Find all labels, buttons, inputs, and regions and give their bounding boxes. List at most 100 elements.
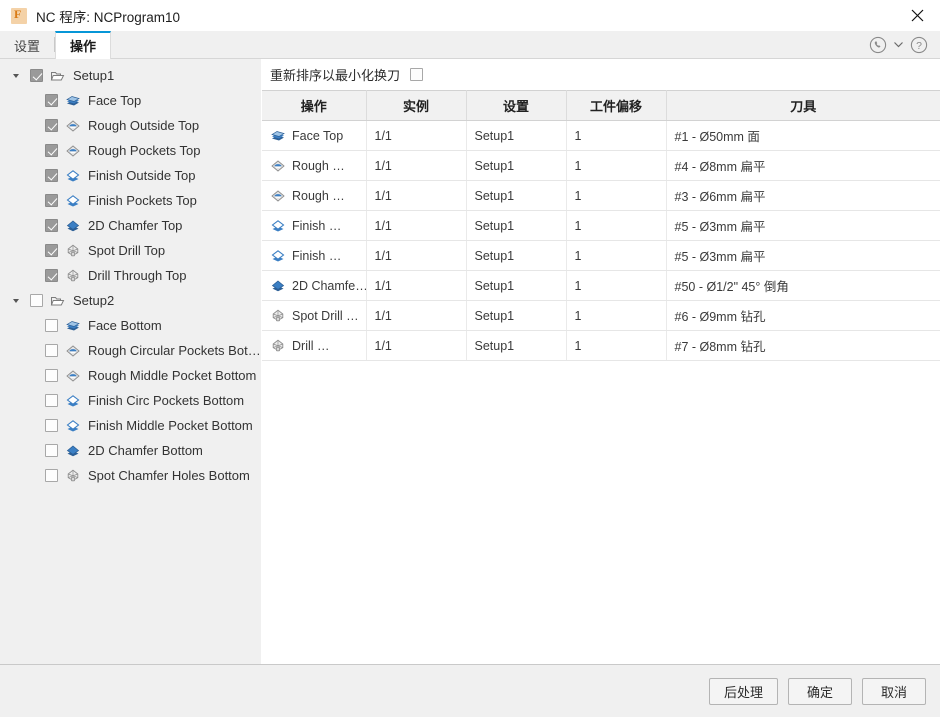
cell-wcs: 1 xyxy=(566,180,667,211)
tree-item-label: Finish Pockets Top xyxy=(88,193,197,208)
tree-item-label: Finish Middle Pocket Bottom xyxy=(88,418,253,433)
tree-item-spot-chamfer-holes-bottom[interactable]: Spot Chamfer Holes Bottom xyxy=(0,463,261,488)
cell-instances: 1/1 xyxy=(366,150,467,181)
tree-item-face-bottom[interactable]: Face Bottom xyxy=(0,313,261,338)
tree-item-finish-middle-pocket-bottom[interactable]: Finish Middle Pocket Bottom xyxy=(0,413,261,438)
face-op-icon xyxy=(65,318,81,334)
svg-text:?: ? xyxy=(916,40,922,52)
table-row[interactable]: 2D Chamfe… 1/1 Setup1 1 #50 - Ø1/2" 45° 倒角 xyxy=(262,270,940,301)
tree-item-checkbox[interactable] xyxy=(45,469,58,482)
tree-item-rough-middle-pocket-bottom[interactable]: Rough Middle Pocket Bottom xyxy=(0,363,261,388)
tree-item-checkbox[interactable] xyxy=(45,194,58,207)
cell-operation: 2D Chamfe… xyxy=(262,270,367,301)
tree-item-rough-circular-pockets-bott[interactable]: Rough Circular Pockets Bott… xyxy=(0,338,261,363)
table-row[interactable]: Rough … 1/1 Setup1 1 #4 - Ø8mm 扁平 xyxy=(262,150,940,181)
cell-wcs: 1 xyxy=(566,150,667,181)
tree-expand-toggle[interactable] xyxy=(9,294,23,308)
drill-icon xyxy=(65,243,81,259)
tree-item-rough-pockets-top[interactable]: Rough Pockets Top xyxy=(0,138,261,163)
table-row[interactable]: Drill … 1/1 Setup1 1 #7 - Ø8mm 钻孔 xyxy=(262,330,940,361)
cell-tool: #6 - Ø9mm 钻孔 xyxy=(666,300,940,331)
face-op-icon xyxy=(270,128,286,144)
table-row[interactable]: Finish … 1/1 Setup1 1 #5 - Ø3mm 扁平 xyxy=(262,240,940,271)
cell-tool: #5 - Ø3mm 扁平 xyxy=(666,240,940,271)
table-row[interactable]: Finish … 1/1 Setup1 1 #5 - Ø3mm 扁平 xyxy=(262,210,940,241)
cancel-button[interactable]: 取消 xyxy=(862,677,926,705)
cell-wcs: 1 xyxy=(566,240,667,271)
adaptive-rough-icon xyxy=(270,188,286,204)
adaptive-rough-icon xyxy=(65,118,81,134)
cell-wcs: 1 xyxy=(566,270,667,301)
cell-instances: 1/1 xyxy=(366,270,467,301)
drill-icon xyxy=(65,268,81,284)
contour-finish-icon xyxy=(65,193,81,209)
support-phone-icon[interactable] xyxy=(869,36,887,54)
chamfer-icon xyxy=(270,278,286,294)
tab-settings[interactable]: 设置 xyxy=(0,31,54,58)
tree-item-checkbox[interactable] xyxy=(30,294,43,307)
reorder-row: 重新排序以最小化换刀 xyxy=(262,59,940,90)
cell-instances: 1/1 xyxy=(366,330,467,361)
tree-item-2d-chamfer-bottom[interactable]: 2D Chamfer Bottom xyxy=(0,438,261,463)
tree-item-checkbox[interactable] xyxy=(45,219,58,232)
tree-item-rough-outside-top[interactable]: Rough Outside Top xyxy=(0,113,261,138)
tree-item-label: 2D Chamfer Bottom xyxy=(88,443,203,458)
tree-item-checkbox[interactable] xyxy=(45,269,58,282)
close-icon[interactable] xyxy=(894,0,940,31)
table-row[interactable]: Spot Drill … 1/1 Setup1 1 #6 - Ø9mm 钻孔 xyxy=(262,300,940,331)
tree-item-finish-circ-pockets-bottom[interactable]: Finish Circ Pockets Bottom xyxy=(0,388,261,413)
tree-item-checkbox[interactable] xyxy=(45,369,58,382)
face-op-icon xyxy=(65,93,81,109)
tree-item-checkbox[interactable] xyxy=(45,144,58,157)
contour-finish-icon xyxy=(270,248,286,264)
help-icon[interactable]: ? xyxy=(910,36,928,54)
tree-item-checkbox[interactable] xyxy=(45,319,58,332)
column-header-setup[interactable]: 设置 xyxy=(466,90,567,121)
reorder-checkbox[interactable] xyxy=(410,68,424,81)
tree-item-checkbox[interactable] xyxy=(45,394,58,407)
drill-icon xyxy=(65,468,81,484)
column-header-instances[interactable]: 实例 xyxy=(366,90,467,121)
tab-operations[interactable]: 操作 xyxy=(55,31,112,59)
tree-item-checkbox[interactable] xyxy=(45,444,58,457)
table-row[interactable]: Face Top 1/1 Setup1 1 #1 - Ø50mm 面 xyxy=(262,120,940,151)
table-row[interactable]: Rough … 1/1 Setup1 1 #3 - Ø6mm 扁平 xyxy=(262,180,940,211)
tab-bar-actions: ? xyxy=(869,31,940,58)
adaptive-rough-icon xyxy=(65,368,81,384)
chevron-down-icon[interactable] xyxy=(891,40,906,49)
tree-item-checkbox[interactable] xyxy=(45,94,58,107)
tree-item-setup2[interactable]: Setup2 xyxy=(0,288,261,313)
contour-finish-icon xyxy=(65,168,81,184)
tree-item-finish-pockets-top[interactable]: Finish Pockets Top xyxy=(0,188,261,213)
tree-item-checkbox[interactable] xyxy=(45,419,58,432)
tree-item-label: Spot Drill Top xyxy=(88,243,166,258)
column-header-operation[interactable]: 操作 xyxy=(262,90,367,121)
dialog-body: Setup1 Face Top Rough Outside Top Rough Poc… xyxy=(0,59,940,664)
column-header-wcs[interactable]: 工件偏移 xyxy=(566,90,667,121)
tree-item-checkbox[interactable] xyxy=(45,119,58,132)
tree-item-drill-through-top[interactable]: Drill Through Top xyxy=(0,263,261,288)
tree-item-checkbox[interactable] xyxy=(45,344,58,357)
folder-icon xyxy=(50,293,66,309)
tree-item-finish-outside-top[interactable]: Finish Outside Top xyxy=(0,163,261,188)
column-header-tool[interactable]: 刀具 xyxy=(666,90,940,121)
post-process-button[interactable]: 后处理 xyxy=(708,677,778,705)
tree-item-2d-chamfer-top[interactable]: 2D Chamfer Top xyxy=(0,213,261,238)
tree-item-label: 2D Chamfer Top xyxy=(88,218,183,233)
cell-tool: #1 - Ø50mm 面 xyxy=(666,120,940,151)
tree-item-label: Rough Middle Pocket Bottom xyxy=(88,368,257,383)
tree-item-setup1[interactable]: Setup1 xyxy=(0,63,261,88)
cell-operation: Finish … xyxy=(262,240,367,271)
ok-button[interactable]: 确定 xyxy=(788,677,852,705)
cell-wcs: 1 xyxy=(566,120,667,151)
cell-instances: 1/1 xyxy=(366,120,467,151)
cell-instances: 1/1 xyxy=(366,240,467,271)
cell-setup: Setup1 xyxy=(466,180,567,211)
tree-item-spot-drill-top[interactable]: Spot Drill Top xyxy=(0,238,261,263)
tree-item-checkbox[interactable] xyxy=(45,244,58,257)
tree-item-checkbox[interactable] xyxy=(45,169,58,182)
tree-expand-toggle[interactable] xyxy=(9,69,23,83)
cell-tool: #50 - Ø1/2" 45° 倒角 xyxy=(666,270,940,301)
tree-item-checkbox[interactable] xyxy=(30,69,43,82)
tree-item-face-top[interactable]: Face Top xyxy=(0,88,261,113)
